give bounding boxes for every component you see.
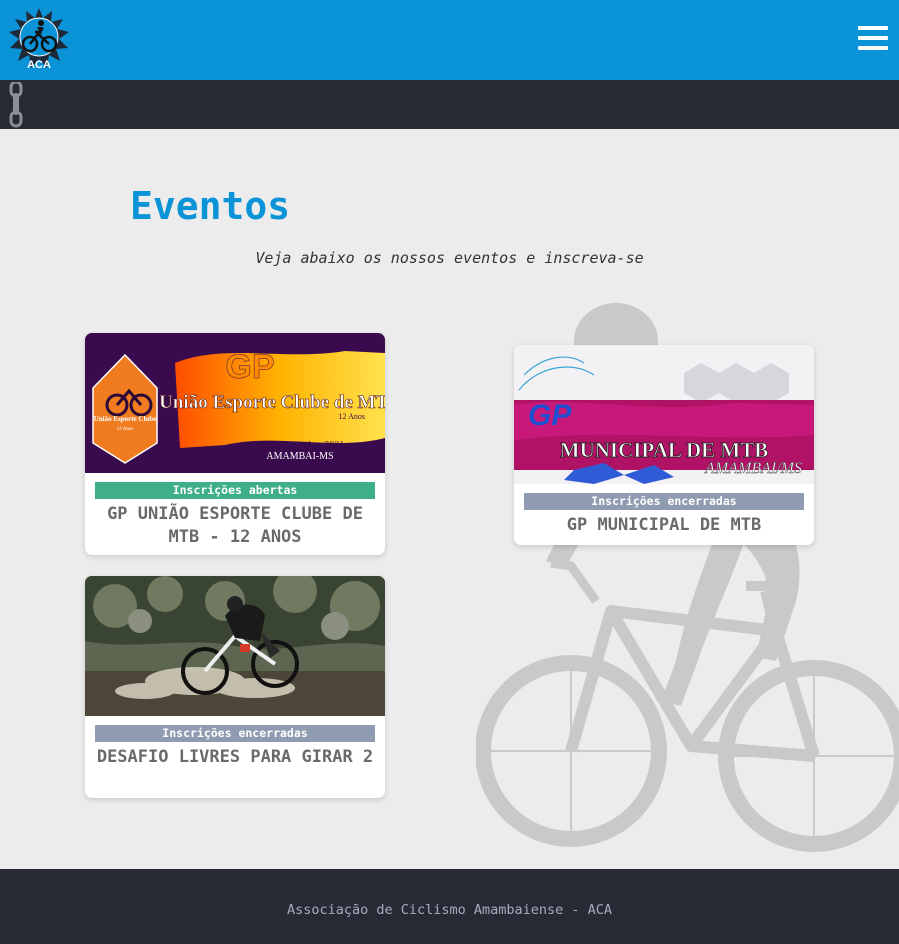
status-badge: Inscrições encerradas [524, 493, 804, 510]
logo-text: ACA [27, 59, 51, 71]
banner-title: MUNICIPAL DE MTB [560, 438, 768, 462]
banner-date: 19 de Dezembro 2021 [256, 440, 345, 451]
footer: Associação de Ciclismo Amambaiense - ACA [0, 869, 899, 944]
event-banner-image: GP MUNICIPAL DE MTB AMAMBAI/MS [514, 345, 814, 484]
footer-text: Associação de Ciclismo Amambaiense - ACA [286, 902, 613, 918]
event-card[interactable]: GP MUNICIPAL DE MTB AMAMBAI/MS Inscriçõe… [514, 345, 814, 545]
main-content: Eventos Veja abaixo os nossos eventos e … [0, 129, 899, 869]
event-card[interactable]: Inscrições encerradas DESAFIO LIVRES PAR… [85, 576, 385, 798]
banner-title: União Esporte Clube de MTB [159, 392, 385, 413]
event-title[interactable]: GP MUNICIPAL DE MTB [514, 510, 814, 545]
event-title[interactable]: GP UNIÃO ESPORTE CLUBE DE MTB - 12 ANOS [85, 499, 385, 555]
subnav-bar [0, 80, 899, 129]
chain-icon [9, 82, 23, 128]
banner-title-small: GP [528, 399, 572, 432]
top-navbar: ACA [0, 0, 899, 80]
banner-place: AMAMBAI/MS [704, 460, 802, 477]
banner-subtitle: 12 Anos [339, 412, 365, 421]
banner-badge-years: 12 Anos [117, 427, 134, 432]
banner-title-small: GP [225, 348, 274, 386]
status-badge: Inscrições abertas [95, 482, 375, 499]
event-photo-image [85, 576, 385, 716]
event-card[interactable]: União Esporte Clube 12 Anos GP União Esp… [85, 333, 385, 555]
banner-place: AMAMBAI-MS [266, 451, 333, 462]
page-subtitle: Veja abaixo os nossos eventos e inscreva… [255, 249, 644, 267]
status-badge: Inscrições encerradas [95, 725, 375, 742]
aca-logo[interactable]: ACA [8, 8, 70, 72]
event-title[interactable]: DESAFIO LIVRES PARA GIRAR 2 [85, 742, 385, 777]
page-title: Eventos [130, 184, 291, 228]
banner-badge-text: União Esporte Clube [94, 415, 157, 423]
event-banner-image: União Esporte Clube 12 Anos GP União Esp… [85, 333, 385, 473]
hamburger-menu-icon[interactable] [858, 26, 888, 54]
